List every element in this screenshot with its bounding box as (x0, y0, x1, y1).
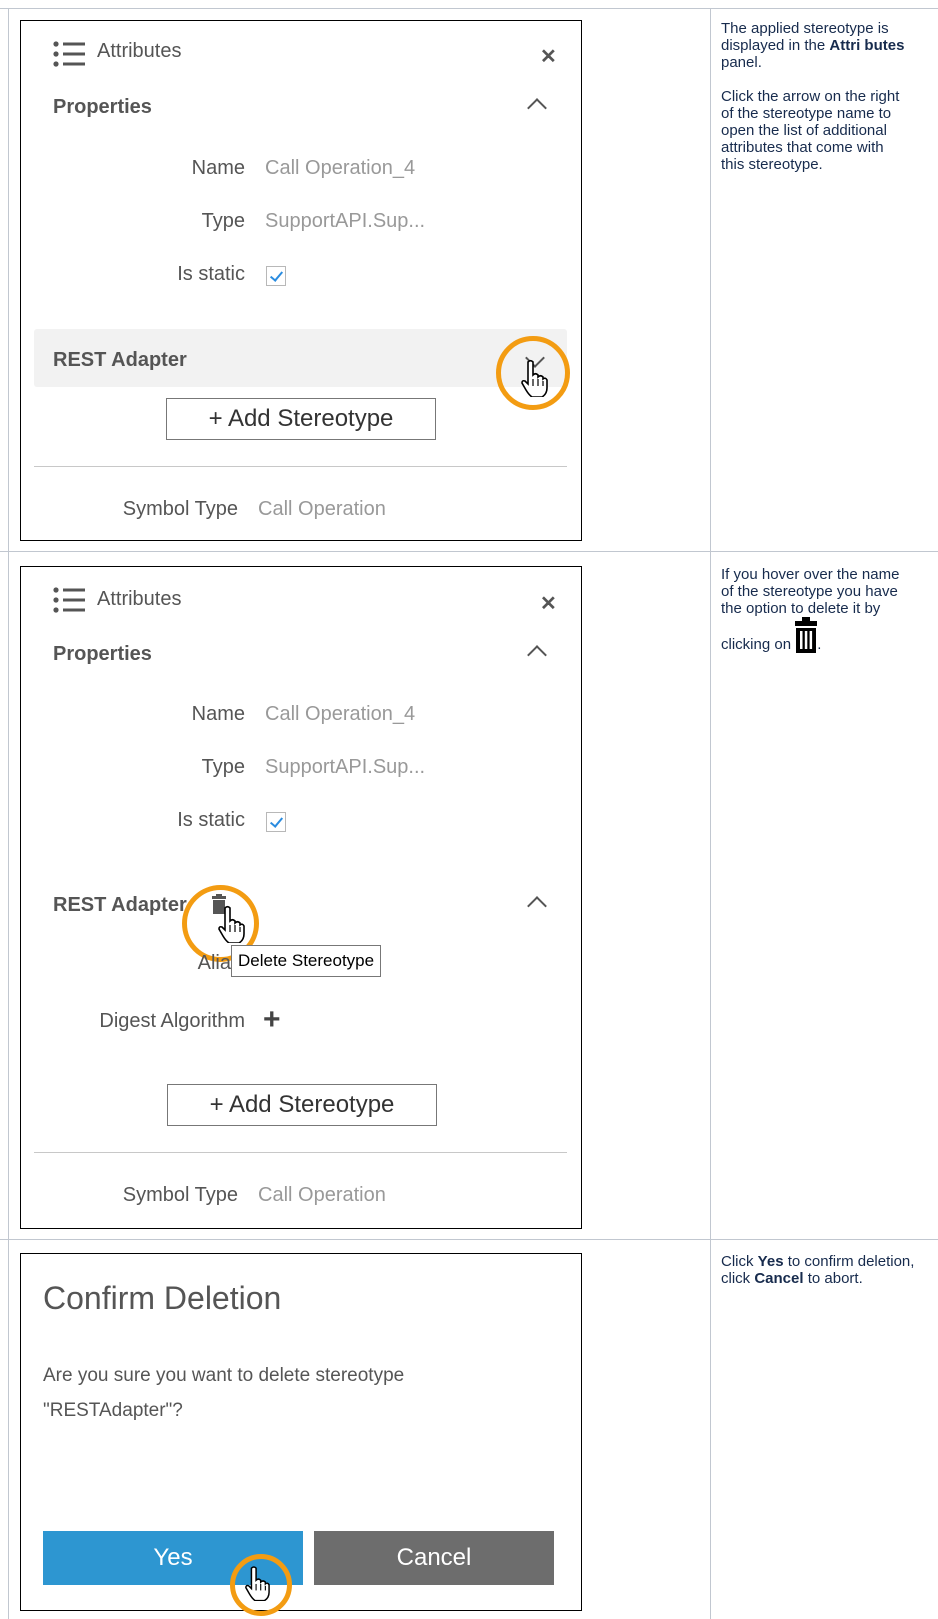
delete-stereotype-tooltip: Delete Stereotype (231, 945, 382, 977)
list-icon (53, 41, 85, 67)
type-value[interactable]: SupportAPI.Sup... (265, 210, 425, 233)
description-row-1: The applied stereotype is displayed in t… (721, 20, 905, 173)
description-row-3: Click Yes to confirm deletion, click Can… (721, 1253, 915, 1287)
properties-heading[interactable]: Properties (53, 643, 152, 666)
hand-cursor-icon (245, 1566, 270, 1601)
panel-title: Attributes (97, 40, 182, 62)
add-stereotype-button[interactable]: + Add Stereotype (166, 398, 436, 440)
is-static-checkbox[interactable] (266, 266, 286, 286)
chevron-up-icon[interactable] (527, 98, 547, 118)
list-icon (53, 587, 85, 613)
properties-heading[interactable]: Properties (53, 96, 152, 119)
instruction-table: Attributes ✕ Properties Name Call Operat… (0, 0, 938, 1619)
panel-title: Attributes (97, 588, 182, 610)
stereotype-name[interactable]: REST Adapter (53, 894, 187, 917)
digest-add-icon[interactable]: + (263, 1003, 281, 1037)
name-label: Name (191, 703, 245, 725)
table-column-divider (710, 8, 711, 1619)
table-border-left (8, 8, 9, 1619)
table-row-divider-1 (0, 551, 938, 552)
symbol-type-label: Symbol Type (122, 498, 238, 520)
chevron-up-icon[interactable] (527, 645, 547, 665)
stereotype-name[interactable]: REST Adapter (53, 349, 187, 372)
panel-divider (34, 1152, 567, 1153)
is-static-checkbox[interactable] (266, 812, 286, 832)
table-border-top (0, 8, 938, 9)
symbol-type-value: Call Operation (258, 1184, 386, 1206)
alias-label: Alia (197, 952, 231, 974)
symbol-type-label: Symbol Type (122, 1184, 238, 1206)
name-value[interactable]: Call Operation_4 (265, 703, 415, 726)
close-icon[interactable]: ✕ (540, 591, 557, 616)
is-static-label: Is static (177, 263, 245, 285)
hand-cursor-icon (218, 905, 245, 943)
close-icon[interactable]: ✕ (540, 44, 557, 69)
add-stereotype-button[interactable]: + Add Stereotype (167, 1084, 437, 1126)
attributes-panel-screenshot-2: Attributes ✕ Properties Name Call Operat… (20, 566, 582, 1229)
name-label: Name (191, 157, 245, 179)
confirm-dialog-screenshot: Confirm Deletion Are you sure you want t… (20, 1253, 582, 1616)
chevron-up-icon[interactable] (527, 896, 547, 916)
table-row-divider-2 (0, 1239, 938, 1240)
type-value[interactable]: SupportAPI.Sup... (265, 756, 425, 779)
type-label: Type (201, 210, 245, 232)
description-row-2: If you hover over the name of the stereo… (721, 566, 900, 653)
cancel-button[interactable]: Cancel (314, 1531, 554, 1585)
digest-algorithm-label: Digest Algorithm (99, 1010, 245, 1032)
dialog-title: Confirm Deletion (43, 1280, 282, 1316)
panel-divider (34, 466, 567, 467)
dialog-message: Are you sure you want to delete stereoty… (43, 1365, 405, 1421)
trash-icon (795, 617, 818, 653)
attributes-panel-screenshot-1: Attributes ✕ Properties Name Call Operat… (20, 20, 582, 541)
type-label: Type (201, 756, 245, 778)
is-static-label: Is static (177, 809, 245, 831)
hand-cursor-icon (521, 359, 548, 397)
name-value[interactable]: Call Operation_4 (265, 157, 415, 180)
symbol-type-value: Call Operation (258, 498, 386, 520)
